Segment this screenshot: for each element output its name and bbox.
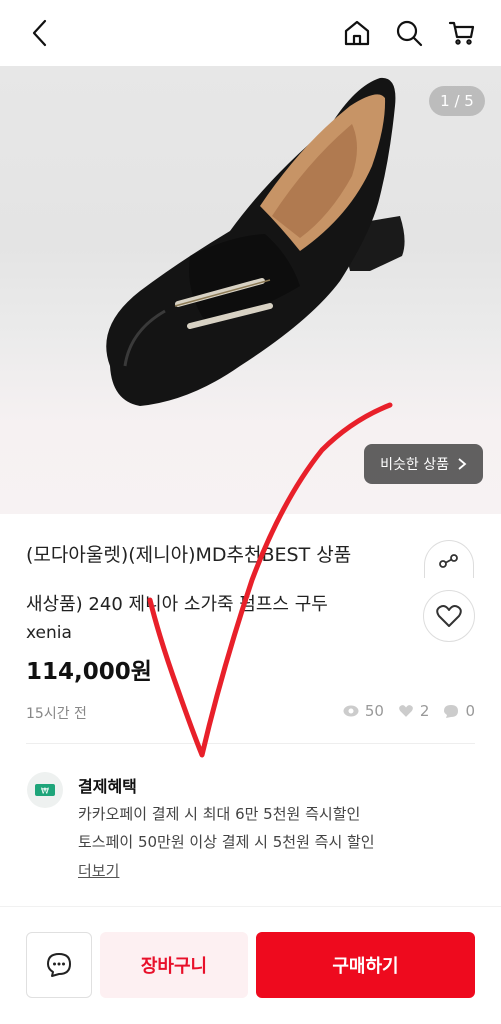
home-button[interactable] bbox=[338, 14, 376, 52]
image-counter: 1 / 5 bbox=[429, 86, 485, 116]
top-bar bbox=[0, 0, 501, 66]
brand-name[interactable]: xenia bbox=[26, 623, 72, 643]
bottom-divider bbox=[0, 906, 501, 907]
share-button[interactable] bbox=[424, 540, 474, 578]
benefit-tosspay: 토스페이 50만원 이상 결제 시 5천원 즉시 할인 bbox=[78, 833, 375, 851]
search-button[interactable] bbox=[390, 14, 428, 52]
chat-icon bbox=[47, 953, 71, 977]
similar-products-button[interactable]: 비슷한 상품 bbox=[364, 444, 483, 484]
product-title-line2: 새상품) 240 제니아 소가죽 펌프스 구두 bbox=[26, 594, 328, 615]
posted-time: 15시간 전 bbox=[26, 706, 87, 722]
divider bbox=[26, 743, 475, 744]
chevron-right-icon bbox=[458, 458, 467, 470]
won-card-icon: ₩ bbox=[35, 784, 55, 796]
price: 114,000원 bbox=[26, 659, 152, 685]
product-stats: 50 2 0 bbox=[343, 702, 475, 720]
chat-button[interactable] bbox=[26, 932, 92, 998]
chat-bubble-icon bbox=[444, 704, 459, 718]
cart-icon bbox=[448, 21, 475, 45]
benefit-kakaopay: 카카오페이 결제 시 최대 6만 5천원 즉시할인 bbox=[78, 805, 361, 823]
more-link[interactable]: 더보기 bbox=[78, 860, 119, 881]
eye-icon bbox=[343, 705, 359, 717]
home-icon bbox=[344, 20, 370, 46]
likes-count: 2 bbox=[419, 702, 430, 720]
heart-filled-icon bbox=[399, 705, 413, 717]
cart-button[interactable] bbox=[443, 14, 481, 52]
like-button[interactable] bbox=[423, 590, 475, 642]
heart-icon bbox=[436, 605, 462, 627]
benefit-title: 결제혜택 bbox=[78, 777, 137, 796]
chevron-left-icon bbox=[32, 19, 47, 47]
search-icon bbox=[396, 20, 423, 47]
buy-now-button[interactable]: 구매하기 bbox=[256, 932, 475, 998]
payment-benefit-icon: ₩ bbox=[27, 772, 63, 808]
chats-count: 0 bbox=[465, 702, 475, 720]
product-title-line1: (모다아울렛)(제니아)MD추천BEST 상품 bbox=[26, 544, 352, 566]
views-count: 50 bbox=[364, 702, 384, 720]
back-button[interactable] bbox=[22, 14, 58, 52]
similar-products-label: 비슷한 상품 bbox=[380, 457, 449, 473]
share-icon bbox=[439, 554, 458, 568]
add-to-cart-button[interactable]: 장바구니 bbox=[100, 932, 248, 998]
svg-text:₩: ₩ bbox=[41, 787, 49, 796]
